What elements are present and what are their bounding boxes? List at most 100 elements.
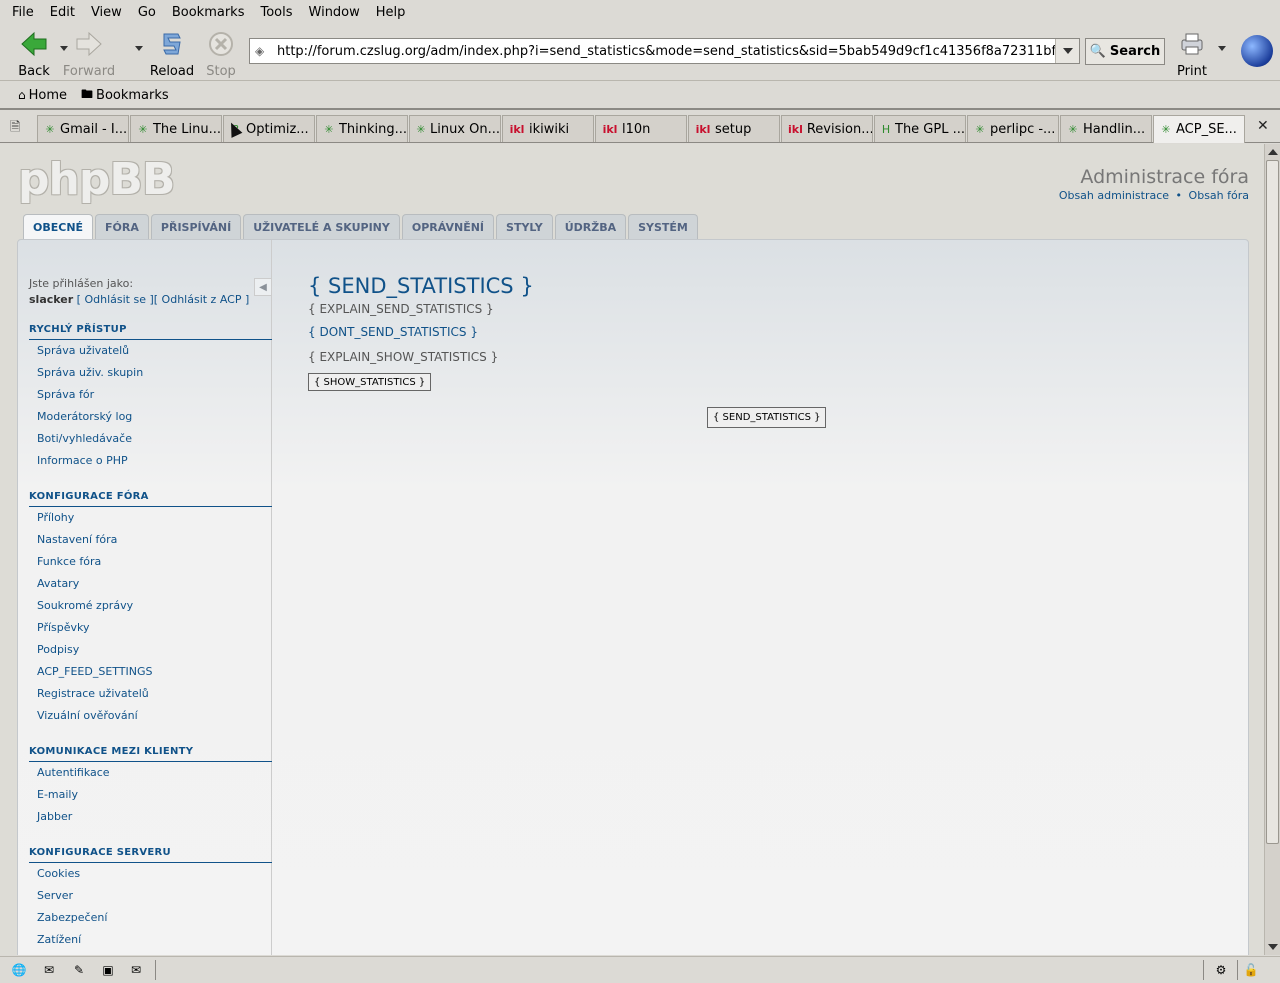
browser-tab[interactable]: ✳ Gmail - I...: [37, 115, 129, 142]
send-statistics-button[interactable]: { SEND_STATISTICS }: [707, 407, 827, 428]
stop-button[interactable]: Stop: [193, 30, 249, 79]
menu-bookmarks[interactable]: Bookmarks: [172, 5, 245, 20]
sidebar-section: KONFIGURACE SERVERU Cookies Server Zabezpeč…: [29, 847, 272, 951]
url-text[interactable]: http://forum.czslug.org/adm/index.php?i=…: [273, 44, 1055, 59]
tab-label: ACP_SE...: [1176, 122, 1237, 137]
tab-styles[interactable]: STYLY: [496, 214, 553, 239]
vertical-scrollbar[interactable]: [1264, 144, 1280, 955]
browser-tab[interactable]: ikl Revision...: [781, 115, 873, 142]
sidebar-link[interactable]: Boti/vyhledávače: [29, 428, 272, 450]
seamonkey-throbber-icon[interactable]: [1241, 35, 1273, 67]
url-history-dropdown[interactable]: [1055, 39, 1079, 63]
sidebar-link[interactable]: Nastavení fóra: [29, 529, 272, 551]
sidebar-link[interactable]: ACP_FEED_SETTINGS: [29, 661, 272, 683]
forum-index-link[interactable]: Obsah fóra: [1189, 189, 1249, 202]
sidebar-link[interactable]: Soukromé zprávy: [29, 595, 272, 617]
browser-tab[interactable]: ikl setup: [688, 115, 780, 142]
show-statistics-button[interactable]: { SHOW_STATISTICS }: [308, 373, 432, 391]
sidebar-link[interactable]: Registrace uživatelů: [29, 683, 272, 705]
irc-chat-icon[interactable]: ✉: [128, 962, 144, 978]
print-dropdown-icon[interactable]: [1218, 46, 1226, 51]
browser-tab[interactable]: ✳ Linux On...: [409, 115, 501, 142]
menu-edit[interactable]: Edit: [50, 5, 75, 20]
tab-maintenance[interactable]: ÚDRŽBA: [554, 214, 627, 239]
tab-system[interactable]: SYSTÉM: [628, 214, 698, 239]
reload-button[interactable]: Reload: [144, 30, 200, 79]
tab-label: perlipc -...: [990, 121, 1056, 137]
username: slacker: [29, 293, 74, 306]
forward-button[interactable]: Forward: [61, 30, 117, 79]
sidebar-link[interactable]: Vizuální ověřování: [29, 705, 272, 727]
search-button[interactable]: 🔍 Search: [1085, 38, 1165, 65]
tab-bar: 🗎 ✳ Gmail - I... ✳ The Linu...? Optimiz... ✳ T…: [0, 112, 1280, 143]
acp-index-link[interactable]: Obsah administrace: [1059, 189, 1169, 202]
tab-permissions[interactable]: OPRÁVNĚNÍ: [401, 214, 495, 239]
browser-tab[interactable]: ikl ikiwiki: [502, 115, 594, 142]
composer-icon[interactable]: ✎: [71, 962, 87, 978]
navigator-icon[interactable]: 🌐: [11, 962, 27, 978]
menu-view[interactable]: View: [91, 5, 122, 20]
sidebar-link[interactable]: Správa uživ. skupin: [29, 362, 272, 384]
logout-link[interactable]: [ Odhlásit se ]: [77, 293, 154, 306]
collapse-sidebar-icon[interactable]: ◀: [254, 278, 272, 296]
mail-icon[interactable]: ✉: [41, 962, 57, 978]
new-tab-icon[interactable]: 🗎: [10, 118, 20, 140]
online-status-icon[interactable]: ⚙: [1210, 962, 1232, 978]
sidebar-link[interactable]: Server: [29, 885, 272, 907]
sidebar-link[interactable]: Příspěvky: [29, 617, 272, 639]
browser-tab[interactable]: ✳ Handlin...: [1060, 115, 1152, 142]
tab-label: ikiwiki: [529, 121, 570, 137]
leaf-icon: ✳: [1068, 122, 1078, 136]
sidebar-link[interactable]: Jabber: [29, 806, 272, 828]
menu-window[interactable]: Window: [309, 5, 360, 20]
sidebar-link[interactable]: Informace o PHP: [29, 450, 272, 472]
status-divider: [155, 960, 156, 980]
tab-posting[interactable]: PŘISPÍVÁNÍ: [150, 214, 242, 239]
sidebar-section-heading: KONFIGURACE SERVERU: [29, 847, 272, 863]
menu-tools[interactable]: Tools: [260, 5, 292, 20]
sidebar-link[interactable]: Zatížení: [29, 929, 272, 951]
leaf-icon: ✳: [1161, 123, 1171, 136]
sidebar-link[interactable]: Správa fór: [29, 384, 272, 406]
bookmarks-button[interactable]: 🖿 Bookmarks: [81, 85, 169, 106]
sidebar-link[interactable]: Funkce fóra: [29, 551, 272, 573]
sidebar-link[interactable]: Moderátorský log: [29, 406, 272, 428]
address-book-icon[interactable]: ▣: [100, 962, 116, 978]
menu-file[interactable]: File: [12, 5, 34, 20]
sidebar-link[interactable]: Zabezpečení: [29, 907, 272, 929]
ikiwiki-icon: ikl: [602, 122, 618, 136]
browser-tab[interactable]: ✳ ACP_SE...: [1153, 115, 1245, 143]
browser-tab[interactable]: ✳ The Linu...: [130, 115, 222, 142]
security-lock-icon[interactable]: 🔓: [1243, 962, 1259, 978]
back-button[interactable]: Back: [6, 30, 62, 79]
browser-tab[interactable]: ikl l10n: [595, 115, 687, 142]
tab-general[interactable]: OBECNÉ: [23, 214, 94, 240]
sidebar-link[interactable]: Podpisy: [29, 639, 272, 661]
scroll-down-icon[interactable]: [1268, 944, 1278, 950]
sidebar-link[interactable]: Autentifikace: [29, 762, 272, 784]
home-button[interactable]: ⌂ Home: [18, 88, 67, 103]
tab-users-groups[interactable]: UŽIVATELÉ A SKUPINY: [243, 214, 400, 239]
sidebar-link[interactable]: Přílohy: [29, 507, 272, 529]
menu-go[interactable]: Go: [138, 5, 156, 20]
scroll-thumb[interactable]: [1266, 160, 1279, 844]
url-bar[interactable]: ◈ http://forum.czslug.org/adm/index.php?…: [249, 38, 1080, 64]
sidebar-section: KOMUNIKACE MEZI KLIENTY Autentifikace E-ma…: [29, 746, 272, 828]
close-tab-icon[interactable]: ✕: [1257, 118, 1269, 134]
phpbb-logo[interactable]: phpBB: [18, 154, 175, 205]
sidebar-link[interactable]: Správa uživatelů: [29, 340, 272, 362]
browser-tab[interactable]: ✳ perlipc -...: [967, 115, 1059, 142]
print-button[interactable]: Print: [1164, 30, 1220, 79]
tab-forums[interactable]: FÓRA: [95, 214, 149, 239]
browser-tab[interactable]: H The GPL ...: [874, 115, 966, 142]
browser-tab[interactable]: ✳ Thinking...: [316, 115, 408, 142]
sidebar-link[interactable]: E-maily: [29, 784, 272, 806]
sidebar-link[interactable]: Avatary: [29, 573, 272, 595]
leaf-icon: ✳: [138, 122, 148, 136]
tab-label: Handlin...: [1083, 121, 1146, 137]
forward-dropdown-icon[interactable]: [135, 46, 143, 51]
scroll-up-icon[interactable]: [1268, 149, 1278, 155]
menu-help[interactable]: Help: [376, 5, 406, 20]
sidebar-link[interactable]: Cookies: [29, 863, 272, 885]
logout-acp-link[interactable]: [ Odhlásit z ACP ]: [154, 293, 250, 306]
